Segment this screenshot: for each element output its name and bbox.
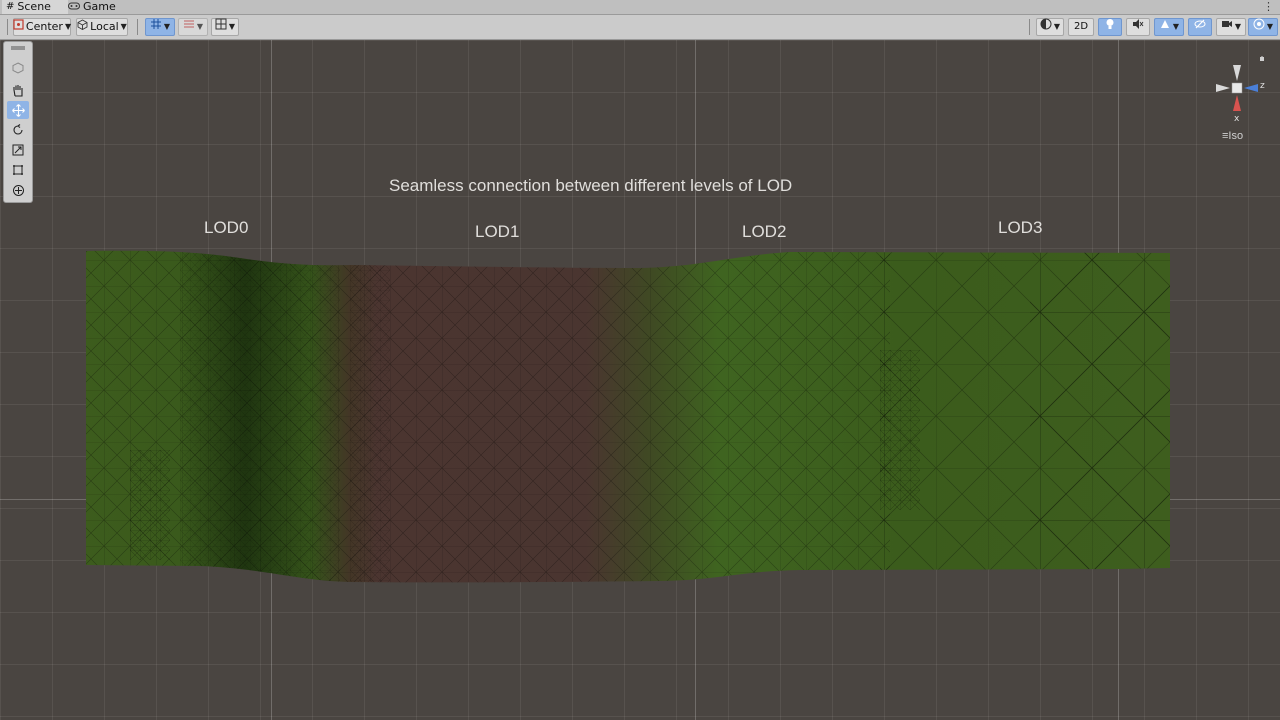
move-tool-icon[interactable]	[7, 101, 29, 119]
projection-toggle[interactable]: ≡Iso	[1222, 130, 1243, 142]
hand-tool-icon[interactable]	[7, 81, 29, 99]
scene-title-label: Seamless connection between different le…	[389, 176, 793, 195]
terrain-mesh[interactable]	[0, 0, 1280, 720]
panel-grip-icon[interactable]	[7, 44, 29, 52]
lod2-label: LOD2	[742, 222, 787, 241]
axis-z-label: z	[1260, 81, 1265, 91]
axis-x-label: x	[1234, 114, 1240, 124]
lod1-label: LOD1	[475, 222, 520, 241]
scale-tool-icon[interactable]	[7, 141, 29, 159]
rect-tool-icon[interactable]	[7, 161, 29, 179]
rotate-tool-icon[interactable]	[7, 121, 29, 139]
lock-icon	[1260, 57, 1264, 61]
lod3-label: LOD3	[998, 218, 1043, 237]
lod0-label: LOD0	[204, 218, 249, 237]
tools-panel	[3, 41, 33, 203]
transform-tool-icon[interactable]	[7, 181, 29, 199]
projection-label: Iso	[1228, 130, 1244, 142]
view-tool-icon[interactable]	[7, 59, 29, 77]
